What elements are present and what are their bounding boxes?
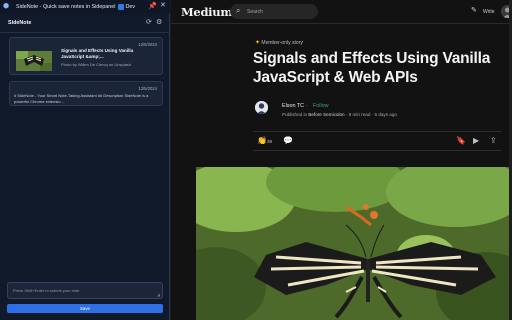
search-input[interactable]: ⌕ Search <box>230 4 318 19</box>
medium-article-page: Medium ⌕ Search ✎ Write ✦ Member-only st… <box>171 0 512 320</box>
note-date: 12/5/2024 <box>138 86 157 91</box>
bookmark-icon[interactable]: 🔖 <box>456 136 466 145</box>
sidenote-app-icon: ⬢ <box>3 3 10 10</box>
note-thumbnail <box>16 51 52 71</box>
write-link[interactable]: Write <box>483 9 495 15</box>
note-text: # SideNote - Your Smart Note-Taking Assi… <box>14 93 149 104</box>
publication-line: Published in Before Semicolon · 8 min re… <box>282 112 397 117</box>
write-icon[interactable]: ✎ <box>471 6 477 14</box>
article-hero-image <box>196 167 512 320</box>
sidenote-header: SideNote ⟳ ⚙ <box>0 13 170 33</box>
extension-title: SideNote - Quick save notes in Sidepanel <box>16 3 116 10</box>
member-only-text: Member-only story <box>261 40 303 46</box>
refresh-icon[interactable]: ⟳ <box>146 18 152 26</box>
note-compose-textarea[interactable]: Press Shift+Enter to submit your note. ◢ <box>7 282 163 299</box>
clap-icon[interactable]: 👏 <box>257 136 267 145</box>
compose-placeholder: Press Shift+Enter to submit your note. <box>13 288 81 293</box>
search-icon: ⌕ <box>236 6 241 15</box>
published-prefix: Published in <box>282 112 308 117</box>
read-time: 8 min read <box>348 112 371 117</box>
gear-icon[interactable]: ⚙ <box>156 18 162 26</box>
search-placeholder: Search <box>247 9 263 15</box>
publication-link[interactable]: Before Semicolon <box>308 112 344 117</box>
member-only-label: ✦ Member-only story <box>255 39 303 46</box>
medium-top-bar: Medium ⌕ Search ✎ Write <box>171 0 512 24</box>
save-button[interactable]: Save <box>7 304 163 313</box>
note-card[interactable]: 12/5/2024 # SideNote - Your Smart Note-T… <box>9 81 163 106</box>
extension-title-bar: ⬢ SideNote - Quick save notes in Sidepan… <box>0 0 170 13</box>
article-title: Signals and Effects Using Vanilla JavaSc… <box>253 50 491 86</box>
separator-dot: · <box>371 112 374 117</box>
note-credit: Photo by Willen De Clercq on Unsplash <box>61 62 132 67</box>
star-icon: ✦ <box>255 40 261 46</box>
medium-logo[interactable]: Medium <box>181 5 232 19</box>
dev-badge-icon <box>117 3 124 10</box>
resize-grip-icon[interactable]: ◢ <box>157 292 160 297</box>
follow-button[interactable]: Follow <box>313 103 329 109</box>
note-date: 12/5/2024 <box>138 42 157 47</box>
share-icon[interactable]: ⇪ <box>490 136 497 145</box>
close-icon[interactable]: ✕ <box>160 1 166 9</box>
author-name[interactable]: Elson TC <box>282 103 304 109</box>
note-title: Signals and Effects Using Vanilla JavaSc… <box>61 48 134 59</box>
sidenote-panel: ⬢ SideNote - Quick save notes in Sidepan… <box>0 0 170 320</box>
dev-label: Dev <box>125 3 136 10</box>
comment-icon[interactable]: 💬 <box>283 136 293 145</box>
note-card[interactable]: 12/5/2024 Signals and Effects Using Vani… <box>9 37 163 75</box>
sidenote-title: SideNote <box>8 20 32 26</box>
author-avatar[interactable] <box>255 101 268 114</box>
pin-icon[interactable]: 📌 <box>148 2 157 10</box>
play-icon[interactable]: ▶ <box>473 136 479 145</box>
article-actions-bar: 👏 39 💬 🔖 ▶ ⇪ <box>253 131 501 151</box>
clap-count: 39 <box>267 139 273 144</box>
separator-dot: · <box>306 103 308 109</box>
separator-dot: · <box>345 112 348 117</box>
published-age: 6 days ago <box>374 112 397 117</box>
